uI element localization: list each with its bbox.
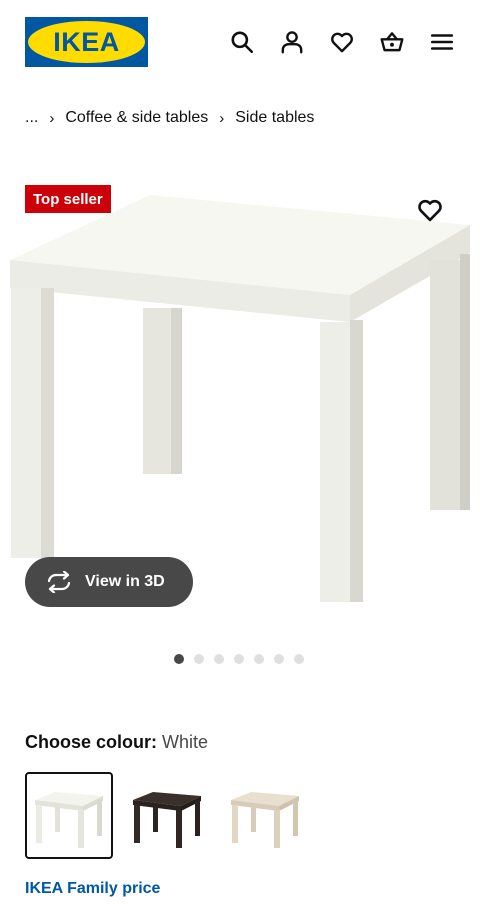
colour-swatches: [25, 772, 309, 859]
gallery-pagination: [174, 654, 304, 664]
colour-heading: Choose colour: White: [25, 732, 208, 753]
colour-label: Choose colour:: [25, 732, 158, 752]
colour-swatch-black-brown[interactable]: [123, 772, 211, 859]
product-gallery[interactable]: Top seller View in 3D: [0, 170, 480, 640]
pagination-dot[interactable]: [254, 654, 264, 664]
menu-icon[interactable]: [428, 28, 456, 56]
ikea-family-price-label: IKEA Family price: [25, 880, 161, 897]
top-seller-badge: Top seller: [25, 185, 111, 213]
pagination-dot[interactable]: [174, 654, 184, 664]
pagination-dot[interactable]: [234, 654, 244, 664]
view-in-3d-button[interactable]: View in 3D: [25, 557, 193, 607]
ikea-logo[interactable]: IKEA: [25, 17, 148, 67]
pagination-dot[interactable]: [294, 654, 304, 664]
header: IKEA: [0, 0, 480, 84]
breadcrumb-coffee-side-tables[interactable]: Coffee & side tables: [65, 109, 208, 127]
save-favourite-icon[interactable]: [416, 196, 444, 224]
search-icon[interactable]: [228, 28, 256, 56]
basket-icon[interactable]: [378, 28, 406, 56]
logo-text: IKEA: [53, 26, 120, 57]
colour-swatch-white[interactable]: [25, 772, 113, 859]
breadcrumb: ... › Coffee & side tables › Side tables: [25, 106, 314, 130]
heart-icon[interactable]: [328, 28, 356, 56]
breadcrumb-side-tables[interactable]: Side tables: [235, 109, 314, 127]
colour-swatch-white-stained-oak[interactable]: [221, 772, 309, 859]
breadcrumb-ellipsis[interactable]: ...: [25, 109, 38, 127]
pagination-dot[interactable]: [274, 654, 284, 664]
logo-oval: IKEA: [28, 21, 145, 63]
breadcrumb-separator: ›: [49, 109, 55, 127]
pagination-dot[interactable]: [194, 654, 204, 664]
rotate-3d-icon: [47, 571, 71, 593]
account-icon[interactable]: [278, 28, 306, 56]
colour-selected-value: White: [162, 732, 209, 752]
breadcrumb-separator: ›: [219, 109, 225, 127]
view-in-3d-label: View in 3D: [85, 573, 165, 590]
pagination-dot[interactable]: [214, 654, 224, 664]
